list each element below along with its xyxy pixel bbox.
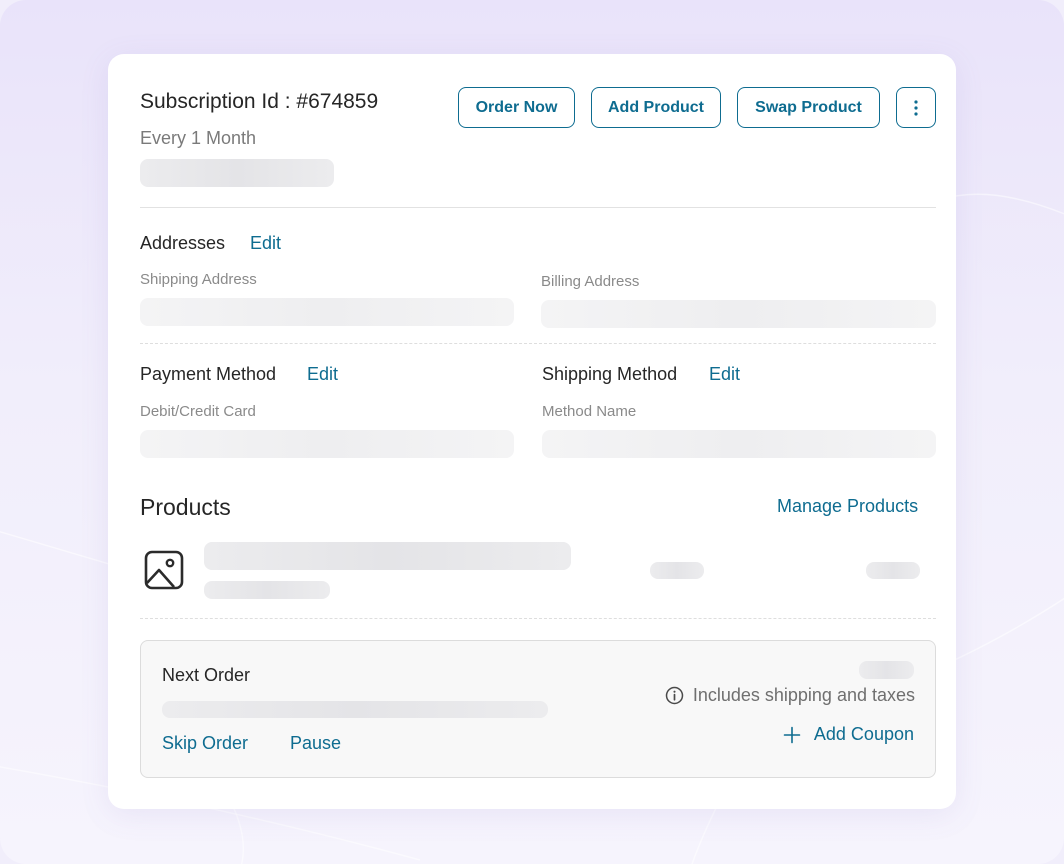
product-variant-placeholder xyxy=(204,581,330,599)
products-heading: Products xyxy=(140,494,231,520)
next-order-panel: Next Order Skip Order Pause Includes shi… xyxy=(140,640,936,778)
product-name-placeholder xyxy=(204,542,571,570)
swap-product-button[interactable]: Swap Product xyxy=(737,87,880,128)
shipping-address-label: Shipping Address xyxy=(140,271,257,288)
more-vertical-icon xyxy=(914,99,918,116)
product-price-placeholder xyxy=(866,562,920,579)
pause-link[interactable]: Pause xyxy=(290,733,341,754)
more-options-button[interactable] xyxy=(896,87,936,128)
addresses-edit-link[interactable]: Edit xyxy=(250,233,281,254)
includes-shipping-text: Includes shipping and taxes xyxy=(692,685,915,705)
shipping-method-placeholder xyxy=(542,430,936,458)
product-quantity-placeholder xyxy=(650,562,704,579)
addresses-divider xyxy=(140,343,936,344)
image-placeholder-icon xyxy=(144,550,184,590)
shipping-address-placeholder xyxy=(140,298,514,326)
subscription-frequency: Every 1 Month xyxy=(140,128,257,148)
shipping-method-edit-link[interactable]: Edit xyxy=(709,364,740,385)
payment-method-placeholder xyxy=(140,430,514,458)
add-coupon-label: Add Coupon xyxy=(813,724,914,744)
add-coupon-button[interactable]: Add Coupon xyxy=(783,724,914,745)
manage-products-link[interactable]: Manage Products xyxy=(777,496,918,517)
subscription-card: Subscription Id : #674859 Every 1 Month … xyxy=(108,54,956,809)
payment-method-edit-link[interactable]: Edit xyxy=(307,364,338,385)
next-order-date-placeholder xyxy=(162,701,548,718)
billing-address-label: Billing Address xyxy=(541,273,640,290)
next-order-heading: Next Order xyxy=(162,665,251,685)
payment-method-heading: Payment Method xyxy=(140,364,277,384)
billing-address-placeholder xyxy=(541,300,936,328)
products-divider xyxy=(140,618,936,619)
add-product-button[interactable]: Add Product xyxy=(591,87,721,128)
next-order-total-placeholder xyxy=(859,661,914,679)
subscription-meta-placeholder xyxy=(140,159,334,187)
plus-icon xyxy=(783,726,801,743)
order-now-button[interactable]: Order Now xyxy=(458,87,575,128)
header-divider xyxy=(140,207,936,208)
shipping-method-label: Method Name xyxy=(542,403,637,420)
payment-method-label: Debit/Credit Card xyxy=(140,403,256,420)
shipping-method-heading: Shipping Method xyxy=(542,364,678,384)
addresses-heading: Addresses xyxy=(140,233,226,253)
includes-shipping-note: Includes shipping and taxes xyxy=(665,685,915,706)
skip-order-link[interactable]: Skip Order xyxy=(162,733,248,754)
subscription-title: Subscription Id : #674859 xyxy=(140,90,379,113)
info-icon xyxy=(665,686,684,705)
